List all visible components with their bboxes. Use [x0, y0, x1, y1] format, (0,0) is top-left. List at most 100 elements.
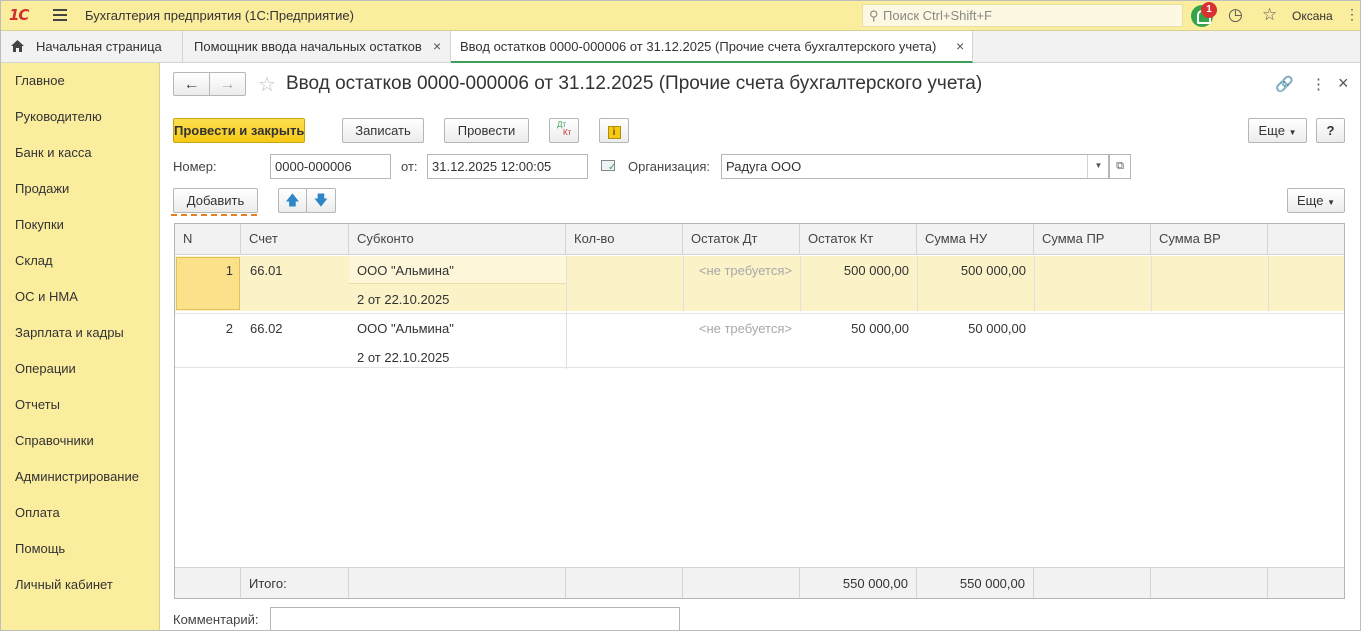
organization-field[interactable]: Радуга ООО	[721, 154, 1109, 179]
move-up-button[interactable]: 🡅	[278, 188, 307, 213]
sidebar-item-account[interactable]: Личный кабинет	[15, 577, 113, 592]
tab-bar: Начальная страница Помощник ввода началь…	[1, 31, 1360, 63]
info-button[interactable]: i	[599, 118, 629, 143]
credit-cell[interactable]: 50 000,00	[800, 321, 909, 336]
sidebar-item-payment[interactable]: Оплата	[15, 505, 60, 520]
more-actions-button[interactable]: Еще ▼	[1248, 118, 1307, 143]
sidebar-item-catalogs[interactable]: Справочники	[15, 433, 94, 448]
date-field[interactable]: 31.12.2025 12:00:05	[427, 154, 588, 179]
number-field[interactable]: 0000-000006	[270, 154, 391, 179]
sidebar-item-warehouse[interactable]: Склад	[15, 253, 53, 268]
arrow-up-icon: 🡅	[285, 192, 300, 208]
sum-nu-cell[interactable]: 50 000,00	[917, 321, 1026, 336]
arrow-left-icon: ←	[183, 76, 200, 93]
sidebar-item-salary[interactable]: Зарплата и кадры	[15, 325, 124, 340]
column-header[interactable]: Сумма ВР	[1151, 224, 1268, 255]
tab-balance-entry[interactable]: Ввод остатков 0000-000006 от 31.12.2025 …	[451, 31, 973, 63]
column-header[interactable]: Остаток Кт	[800, 224, 917, 255]
app-window: 1С Бухгалтерия предприятия (1С:Предприят…	[0, 0, 1361, 631]
subconto-cell[interactable]: ООО "Альмина"	[357, 263, 454, 278]
info-icon: i	[607, 126, 621, 139]
more-icon[interactable]: ⋮	[1311, 75, 1326, 93]
sidebar-item-assets[interactable]: ОС и НМА	[15, 289, 78, 304]
dt-kt-icon: Дт Кт	[557, 121, 571, 137]
dt-kt-report-button[interactable]: Дт Кт	[549, 118, 579, 143]
table-row[interactable]: 2 66.02 ООО "Альмина" 2 от 22.10.2025 <н…	[175, 313, 1344, 368]
table-more-button[interactable]: Еще ▼	[1287, 188, 1345, 213]
table-footer: Итого: 550 000,00 550 000,00	[175, 567, 1344, 598]
column-divider	[683, 256, 684, 311]
more-icon[interactable]: ⋮	[1345, 6, 1359, 23]
sidebar-item-main[interactable]: Главное	[15, 73, 65, 88]
column-header[interactable]: Субконто	[349, 224, 566, 255]
account-cell[interactable]: 66.02	[250, 321, 283, 336]
column-divider	[800, 256, 801, 311]
column-header[interactable]: Кол-во	[566, 224, 683, 255]
sidebar-item-bank[interactable]: Банк и касса	[15, 145, 92, 160]
column-divider	[917, 256, 918, 311]
column-divider	[1151, 256, 1152, 311]
forward-button[interactable]: →	[209, 72, 246, 96]
footer-cell	[175, 568, 241, 598]
column-header[interactable]: Сумма НУ	[917, 224, 1034, 255]
menu-icon[interactable]	[53, 9, 67, 21]
footer-total-label: Итого:	[241, 568, 349, 598]
tab-label: Ввод остатков 0000-000006 от 31.12.2025 …	[460, 39, 937, 54]
favorite-star-icon[interactable]: ☆	[258, 72, 276, 97]
document-form: ← → ☆ Ввод остатков 0000-000006 от 31.12…	[161, 63, 1360, 630]
link-icon[interactable]: 🔗	[1275, 75, 1294, 93]
credit-cell[interactable]: 500 000,00	[800, 263, 909, 278]
help-button[interactable]: ?	[1316, 118, 1345, 143]
balances-table[interactable]: N Счет Субконто Кол-во Остаток Дт Остато…	[174, 223, 1345, 599]
row-number: 1	[225, 263, 233, 278]
app-logo: 1С	[9, 6, 29, 24]
global-search-input[interactable]: ⚲ Поиск Ctrl+Shift+F	[862, 4, 1183, 27]
tab-label: Начальная страница	[36, 39, 162, 54]
subconto-cell[interactable]: ООО "Альмина"	[357, 321, 454, 336]
close-icon[interactable]: ×	[433, 38, 441, 54]
column-header[interactable]: Сумма ПР	[1034, 224, 1151, 255]
tab-opening-balances-assistant[interactable]: Помощник ввода начальных остатков ×	[183, 31, 451, 63]
sidebar-item-purchases[interactable]: Покупки	[15, 217, 64, 232]
sidebar-item-sales[interactable]: Продажи	[15, 181, 69, 196]
footer-cell	[566, 568, 683, 598]
search-icon: ⚲	[869, 8, 879, 23]
post-and-close-button[interactable]: Провести и закрыть	[173, 118, 305, 143]
history-icon[interactable]: ◷	[1228, 5, 1247, 24]
save-button[interactable]: Записать	[342, 118, 424, 143]
column-header[interactable]: N	[175, 224, 241, 255]
kt-label: Кт	[563, 128, 572, 137]
sum-nu-cell[interactable]: 500 000,00	[917, 263, 1026, 278]
column-header[interactable]: Счет	[241, 224, 349, 255]
history-document-icon[interactable]: ✓	[601, 160, 616, 173]
subconto-cell[interactable]: 2 от 22.10.2025	[357, 292, 449, 307]
footer-cell	[683, 568, 800, 598]
sidebar-item-administration[interactable]: Администрирование	[15, 469, 139, 484]
move-down-button[interactable]: 🡇	[306, 188, 336, 213]
arrow-right-icon: →	[219, 76, 236, 93]
table-row[interactable]: 1 66.01 ООО "Альмина" 2 от 22.10.2025 <н…	[175, 256, 1344, 311]
account-cell[interactable]: 66.01	[250, 263, 283, 278]
subconto-cell[interactable]: 2 от 22.10.2025	[357, 350, 449, 365]
close-icon[interactable]: ×	[956, 38, 964, 54]
home-icon	[11, 40, 24, 52]
comment-field[interactable]	[270, 607, 680, 630]
top-bar: 1С Бухгалтерия предприятия (1С:Предприят…	[1, 1, 1360, 31]
sidebar-item-help[interactable]: Помощь	[15, 541, 65, 556]
add-row-button[interactable]: Добавить	[173, 188, 258, 213]
back-button[interactable]: ←	[173, 72, 210, 96]
user-name[interactable]: Оксана	[1292, 9, 1333, 23]
sidebar-item-director[interactable]: Руководителю	[15, 109, 102, 124]
tab-home[interactable]: Начальная страница	[1, 31, 183, 63]
sidebar-item-reports[interactable]: Отчеты	[15, 397, 60, 412]
organization-label: Организация:	[628, 159, 711, 174]
sidebar-item-operations[interactable]: Операции	[15, 361, 76, 376]
close-icon[interactable]: ×	[1338, 73, 1349, 94]
number-label: Номер:	[173, 159, 217, 174]
chevron-down-icon[interactable]: ▼	[1087, 155, 1109, 178]
open-icon[interactable]: ⧉	[1109, 154, 1131, 179]
debit-cell: <не требуется>	[698, 263, 792, 278]
star-icon[interactable]: ☆	[1262, 5, 1277, 25]
post-button[interactable]: Провести	[444, 118, 529, 143]
column-header[interactable]: Остаток Дт	[683, 224, 800, 255]
